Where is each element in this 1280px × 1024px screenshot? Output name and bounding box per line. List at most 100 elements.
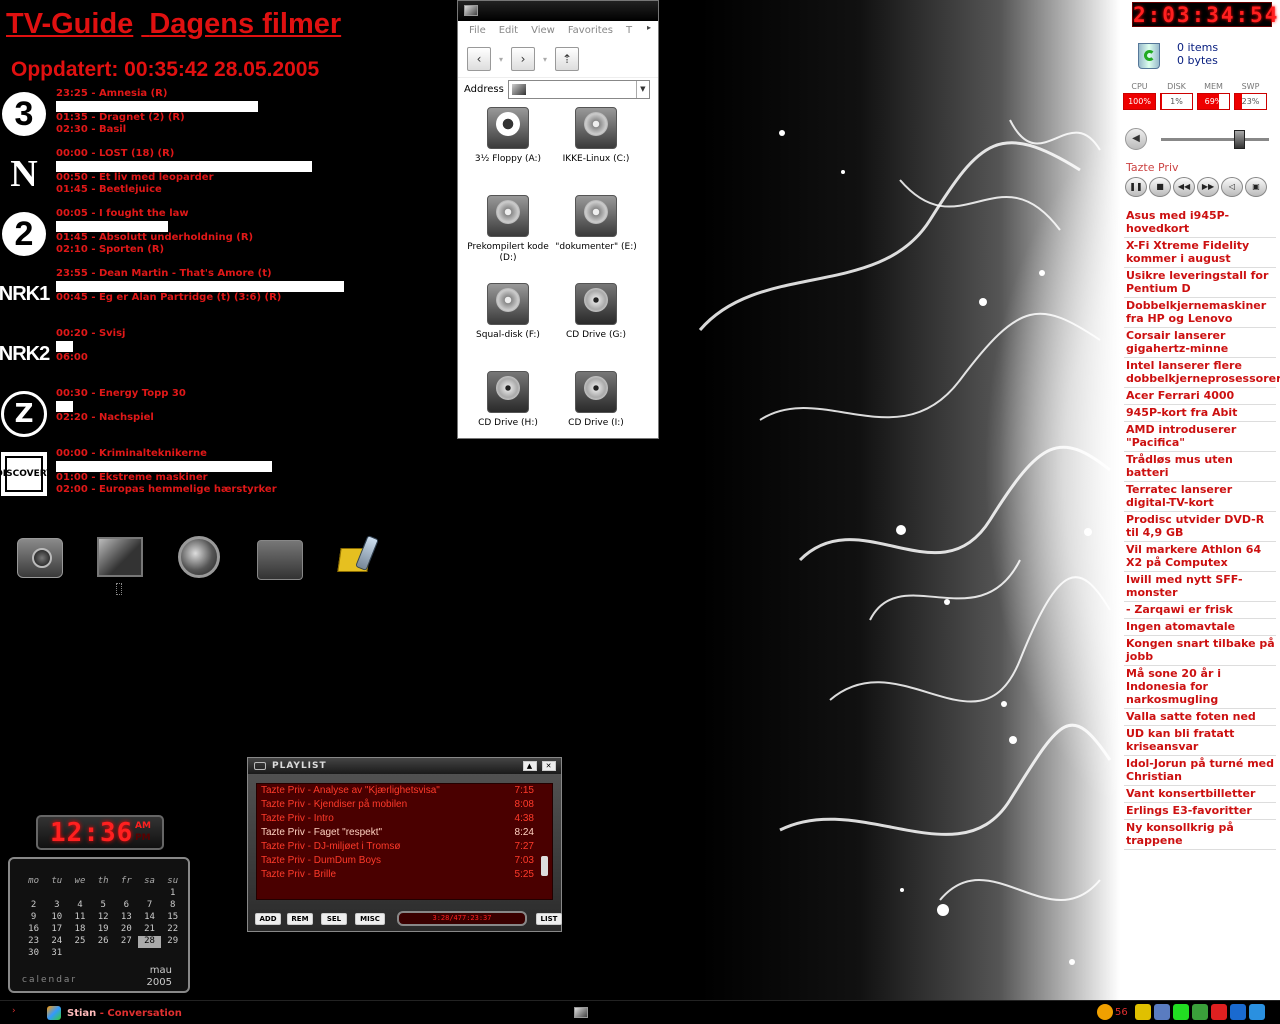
window-mode-button[interactable]: ▣: [1245, 177, 1267, 197]
calendar-day[interactable]: 8: [161, 900, 184, 912]
menu-chevron-icon[interactable]: ▸: [647, 23, 651, 32]
program-entry[interactable]: 01:45 - Absolutt underholdning (R): [56, 232, 253, 243]
stop-button[interactable]: ■: [1149, 177, 1171, 197]
calendar-day[interactable]: 3: [45, 900, 68, 912]
calendar-day[interactable]: 20: [115, 924, 138, 936]
recycle-bin-icon[interactable]: [1134, 38, 1164, 70]
calendar-day[interactable]: 9: [22, 912, 45, 924]
news-link[interactable]: Vil markere Athlon 64 X2 på Computex: [1124, 542, 1276, 572]
tray-window-icon[interactable]: [1248, 1004, 1265, 1020]
news-link[interactable]: - Zarqawi er frisk: [1124, 602, 1276, 619]
channel-logo[interactable]: NRK2: [0, 330, 50, 378]
camera-icon[interactable]: [17, 538, 63, 578]
address-dropdown-icon[interactable]: ▼: [635, 81, 649, 98]
channel-logo[interactable]: NRK1: [0, 270, 50, 318]
news-link[interactable]: Ingen atomavtale: [1124, 619, 1276, 636]
sun-icon[interactable]: [1097, 1004, 1113, 1020]
tv-guide-link[interactable]: TV-Guide: [6, 8, 133, 40]
volume-slider-thumb[interactable]: [1233, 130, 1245, 149]
volume-track[interactable]: [1161, 138, 1269, 141]
playlist-window[interactable]: PLAYLIST ▲ ✕ Tazte Priv - Analyse av "Kj…: [247, 757, 562, 932]
calendar-day[interactable]: 28: [137, 936, 162, 948]
calendar-day[interactable]: 15: [161, 912, 184, 924]
playlist-track[interactable]: Tazte Priv - Intro 4:38: [257, 812, 552, 826]
add-button[interactable]: ADD: [255, 913, 281, 925]
news-link[interactable]: Usikre leveringstall for Pentium D: [1124, 268, 1276, 298]
calendar-day[interactable]: 5: [92, 900, 115, 912]
back-dropdown-icon[interactable]: ▾: [499, 55, 503, 64]
channel-logo[interactable]: 2: [0, 210, 48, 258]
program-entry[interactable]: 00:20 - Svisj: [56, 328, 125, 339]
calendar-day[interactable]: 25: [68, 936, 91, 948]
forward-dropdown-icon[interactable]: ▾: [543, 55, 547, 64]
calendar-day[interactable]: 24: [45, 936, 68, 948]
program-entry[interactable]: 01:35 - Dragnet (2) (R): [56, 112, 185, 123]
channel-logo[interactable]: Z: [0, 390, 48, 438]
program-entry[interactable]: 00:30 - Energy Topp 30: [56, 388, 186, 399]
antivirus-icon[interactable]: [1210, 1004, 1227, 1020]
forward-button[interactable]: ›: [511, 47, 536, 71]
calendar-day[interactable]: 22: [161, 924, 184, 936]
news-link[interactable]: Terratec lanserer digital-TV-kort: [1124, 482, 1276, 512]
calendar-day[interactable]: 4: [68, 900, 91, 912]
calendar-day[interactable]: 16: [22, 924, 45, 936]
pen-icon[interactable]: [1134, 1004, 1151, 1020]
drive-item[interactable]: CD Drive (I:): [548, 369, 644, 438]
speaker-icon[interactable]: ◀: [1125, 128, 1147, 150]
window-titlebar[interactable]: [458, 1, 658, 21]
calendar-day[interactable]: 27: [115, 936, 138, 948]
shade-button[interactable]: ▲: [523, 761, 537, 771]
calendar-day[interactable]: 7: [138, 900, 161, 912]
program-entry[interactable]: 02:00 - Europas hemmelige hærstyrker: [56, 484, 277, 495]
rewind-button[interactable]: ◀◀: [1173, 177, 1195, 197]
news-link[interactable]: Ny konsollkrig på trappene: [1124, 820, 1276, 850]
news-link[interactable]: Vant konsertbilletter: [1124, 786, 1276, 803]
program-entry[interactable]: 23:55 - Dean Martin - That's Amore (t): [56, 268, 272, 279]
tray-app-icon[interactable]: [1229, 1004, 1246, 1020]
news-link[interactable]: Valla satte foten ned: [1124, 709, 1276, 726]
calendar-day[interactable]: 21: [138, 924, 161, 936]
calendar-day[interactable]: 29: [161, 936, 184, 948]
news-link[interactable]: Corsair lanserer gigahertz-minne: [1124, 328, 1276, 358]
program-entry[interactable]: 23:25 - Amnesia (R): [56, 88, 167, 99]
drive-item[interactable]: Squal-disk (F:): [460, 281, 556, 361]
news-link[interactable]: Idol-Jorun på turné med Christian: [1124, 756, 1276, 786]
misc-button[interactable]: MISC: [355, 913, 385, 925]
calendar-day[interactable]: 17: [45, 924, 68, 936]
news-link[interactable]: Må sone 20 år i Indonesia for narkosmugl…: [1124, 666, 1276, 709]
sync-icon[interactable]: [1191, 1004, 1208, 1020]
news-link[interactable]: Erlings E3-favoritter: [1124, 803, 1276, 820]
network-icon[interactable]: [1153, 1004, 1170, 1020]
playlist-track[interactable]: Tazte Priv - Kjendiser på mobilen 8:08: [257, 798, 552, 812]
todays-movies-link[interactable]: Dagens filmer: [149, 8, 341, 40]
playlist-track[interactable]: Tazte Priv - Faget "respekt" 8:24: [257, 826, 552, 840]
calendar-day[interactable]: 6: [115, 900, 138, 912]
program-entry[interactable]: 02:20 - Nachspiel: [56, 412, 154, 423]
news-link[interactable]: Prodisc utvider DVD-R til 4,9 GB: [1124, 512, 1276, 542]
channel-logo[interactable]: DISCOVERY: [0, 450, 53, 498]
menu-file[interactable]: File: [469, 25, 486, 37]
playlist-track[interactable]: Tazte Priv - DJ-miljøet i Tromsø 7:27: [257, 840, 552, 854]
news-link[interactable]: Asus med i945P-hovedkort: [1124, 208, 1276, 238]
program-entry[interactable]: 00:00 - LOST (18) (R): [56, 148, 174, 159]
taskbar-item-conversation[interactable]: Stian - Conversation: [47, 1004, 182, 1022]
start-button[interactable]: ›: [12, 1006, 16, 1016]
close-button[interactable]: ✕: [542, 761, 556, 771]
globe-icon[interactable]: [178, 536, 220, 578]
playlist-track[interactable]: Tazte Priv - Analyse av "Kjærlighetsvisa…: [257, 784, 552, 798]
news-link[interactable]: Iwill med nytt SFF-monster: [1124, 572, 1276, 602]
status-green-icon[interactable]: [1172, 1004, 1189, 1020]
drive-item[interactable]: Prekompilert kode (D:): [460, 193, 556, 273]
program-entry[interactable]: 01:00 - Ekstreme maskiner: [56, 472, 208, 483]
news-link[interactable]: UD kan bli fratatt kriseansvar: [1124, 726, 1276, 756]
calendar-day[interactable]: 10: [45, 912, 68, 924]
pause-button[interactable]: ❚❚: [1125, 177, 1147, 197]
fast-forward-button[interactable]: ▶▶: [1197, 177, 1219, 197]
calendar-day[interactable]: 2: [22, 900, 45, 912]
news-link[interactable]: Trådløs mus uten batteri: [1124, 452, 1276, 482]
calendar-day[interactable]: 30: [22, 948, 45, 960]
drive-item[interactable]: "dokumenter" (E:): [548, 193, 644, 273]
program-entry[interactable]: 01:45 - Beetlejuice: [56, 184, 162, 195]
program-entry[interactable]: 06:00: [56, 352, 88, 363]
news-link[interactable]: Dobbelkjernemaskiner fra HP og Lenovo: [1124, 298, 1276, 328]
